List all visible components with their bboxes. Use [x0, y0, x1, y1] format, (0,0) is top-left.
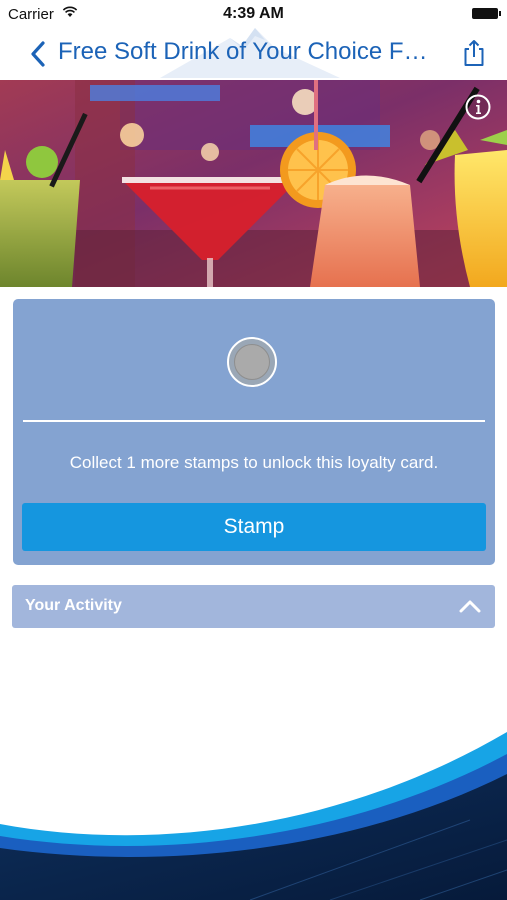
status-bar: Carrier 4:39 AM — [0, 0, 507, 28]
card-divider — [23, 420, 485, 422]
info-button[interactable] — [464, 93, 492, 121]
hero-image — [0, 80, 507, 287]
activity-header[interactable]: Your Activity — [12, 585, 495, 628]
collapse-toggle[interactable] — [457, 596, 483, 616]
stamp-slot — [227, 337, 277, 387]
chevron-up-icon — [459, 600, 481, 613]
share-button[interactable] — [460, 38, 488, 68]
unlock-message: Collect 1 more stamps to unlock this loy… — [69, 453, 439, 472]
share-icon — [464, 40, 484, 66]
footer-wave-graphic — [0, 732, 507, 900]
back-button[interactable] — [26, 38, 50, 70]
status-time: 4:39 AM — [223, 5, 284, 22]
activity-title: Your Activity — [25, 597, 122, 614]
stamp-button[interactable]: Stamp — [22, 503, 486, 551]
battery-icon — [472, 8, 501, 19]
empty-stamp-icon — [234, 344, 270, 380]
loyalty-stamp-card: Collect 1 more stamps to unlock this loy… — [13, 299, 495, 565]
nav-bar: Free Soft Drink of Your Choice F… — [0, 28, 507, 80]
page-title: Free Soft Drink of Your Choice F… — [58, 38, 428, 65]
chevron-left-icon — [31, 41, 45, 67]
info-icon — [465, 94, 491, 120]
